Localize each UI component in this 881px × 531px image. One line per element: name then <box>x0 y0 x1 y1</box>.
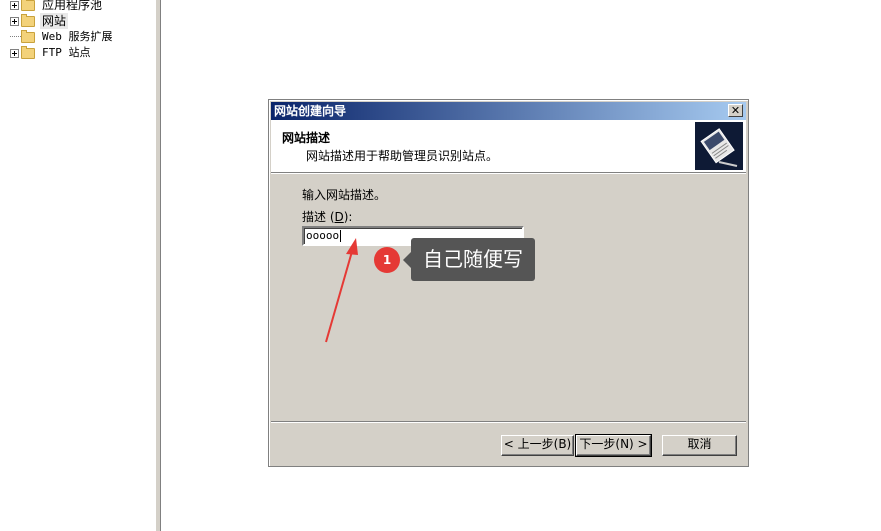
description-label: 描述 (D): <box>302 208 352 225</box>
header-title: 网站描述 <box>282 131 331 145</box>
header-subtitle: 网站描述用于帮助管理员识别站点。 <box>306 149 499 163</box>
expand-plus-icon[interactable] <box>10 0 19 10</box>
tree-item-ftp-sites[interactable]: FTP 站点 <box>10 45 93 61</box>
header-separator <box>271 173 746 174</box>
text-caret <box>340 230 342 242</box>
close-button[interactable]: ✕ <box>728 104 743 117</box>
folder-icon <box>21 45 35 59</box>
wizard-header: 网站描述 网站描述用于帮助管理员识别站点。 <box>271 120 746 173</box>
tree-pane: 应用程序池 网站 Web 服务扩展 FTP 站点 <box>0 0 155 531</box>
tree-item-label: Web 服务扩展 <box>42 30 113 43</box>
folder-icon <box>21 13 35 27</box>
folder-icon <box>21 0 35 11</box>
description-label-accel: D <box>334 210 344 224</box>
pane-splitter[interactable] <box>155 0 161 531</box>
tree-item-label: 应用程序池 <box>42 0 103 12</box>
footer-separator-highlight <box>271 422 746 423</box>
description-label-prefix: 描述 ( <box>302 210 335 224</box>
dialog-title: 网站创建向导 <box>274 104 347 118</box>
tree-item-label: FTP 站点 <box>42 46 91 59</box>
close-icon: ✕ <box>730 104 741 117</box>
step-badge: 1 <box>374 247 400 273</box>
tree-item-websites[interactable]: 网站 <box>10 13 69 29</box>
tree-item-web-service-ext[interactable]: Web 服务扩展 <box>10 29 115 45</box>
tree-connector-line <box>10 36 21 38</box>
expand-plus-icon[interactable] <box>10 16 19 26</box>
annotation-tooltip: 自己随便写 <box>403 238 535 281</box>
description-label-suffix: ): <box>343 210 353 224</box>
prompt-label: 输入网站描述。 <box>302 188 387 202</box>
tree-item-app-pools[interactable]: 应用程序池 <box>10 0 104 13</box>
back-button[interactable]: < 上一步(B) <box>501 435 574 456</box>
website-creation-wizard-dialog: 网站创建向导 ✕ 网站描述 网站描述用于帮助管理员识别站点。 输入网站描述。 描… <box>268 99 749 467</box>
dialog-titlebar[interactable]: 网站创建向导 ✕ <box>271 102 746 120</box>
folder-icon <box>21 29 35 43</box>
wizard-book-icon <box>695 122 743 170</box>
expand-plus-icon[interactable] <box>10 48 19 58</box>
next-button[interactable]: 下一步(N) > <box>575 434 652 457</box>
tree-item-label: 网站 <box>40 13 69 29</box>
description-input-value: ooooo <box>306 229 340 242</box>
cancel-button[interactable]: 取消 <box>662 435 737 456</box>
